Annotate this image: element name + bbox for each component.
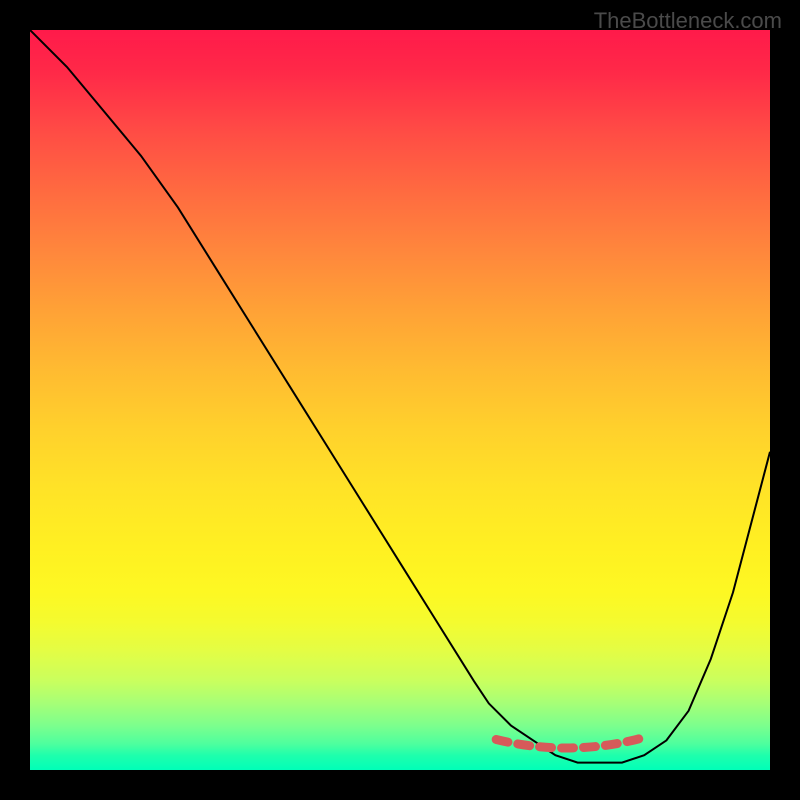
chart-gradient-background bbox=[30, 30, 770, 770]
trough-highlight bbox=[496, 738, 644, 749]
bottleneck-curve bbox=[30, 30, 770, 763]
chart-svg bbox=[30, 30, 770, 770]
watermark-text: TheBottleneck.com bbox=[594, 8, 782, 34]
